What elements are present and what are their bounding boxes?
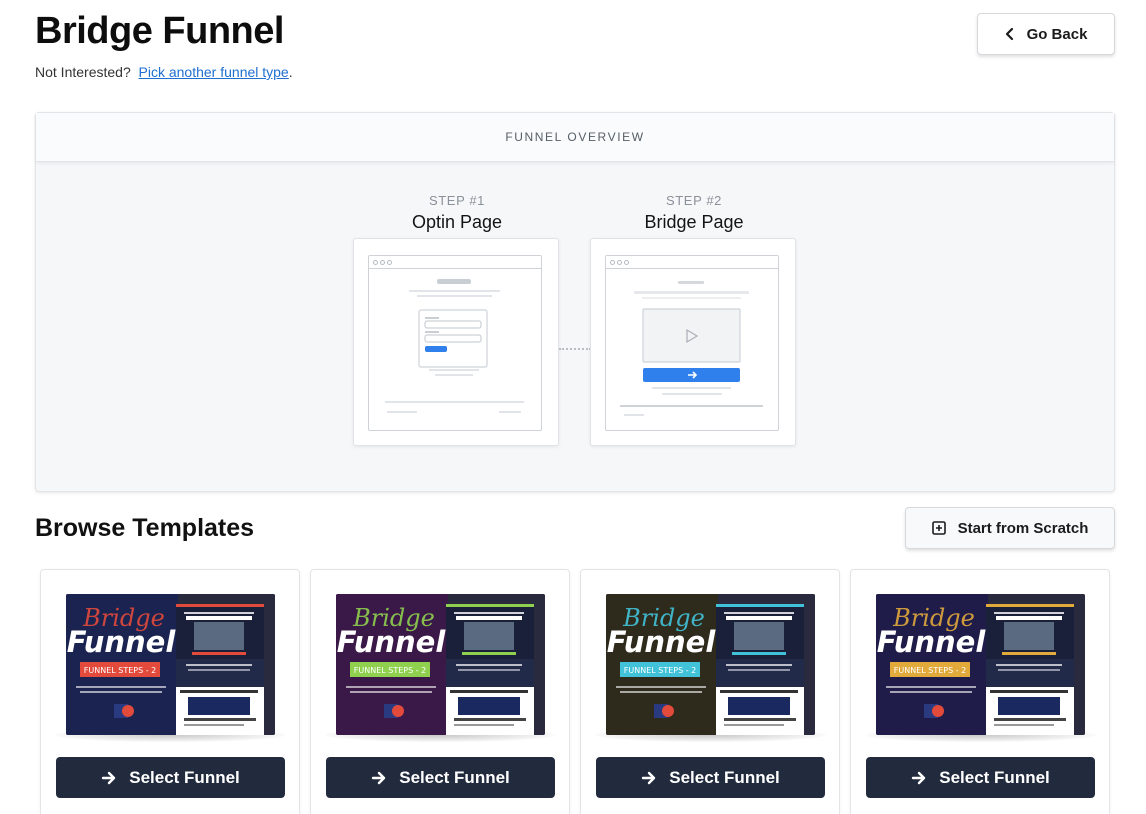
not-interested-text: Not Interested? [35, 64, 131, 80]
select-funnel-button[interactable]: Select Funnel [596, 757, 825, 798]
template-thumbnail[interactable]: Bridge Funnel FUNNEL STEPS - 2 [876, 594, 1085, 735]
select-funnel-button[interactable]: Select Funnel [326, 757, 555, 798]
template-headline-text: Funnel [877, 625, 987, 659]
pick-link-suffix: . [288, 64, 293, 80]
browser-bar [369, 256, 541, 269]
start-from-scratch-button[interactable]: Start from Scratch [905, 507, 1115, 549]
step-1-number: STEP #1 [429, 193, 485, 208]
template-badge-text: FUNNEL STEPS - 2 [354, 666, 426, 675]
start-from-scratch-label: Start from Scratch [957, 519, 1089, 537]
template-headline-text: Funnel [337, 625, 447, 659]
template-badge-text: FUNNEL STEPS - 2 [894, 666, 966, 675]
go-back-button[interactable]: Go Back [977, 13, 1115, 55]
browse-templates-title: Browse Templates [35, 514, 255, 542]
template-card[interactable]: Bridge Funnel FUNNEL STEPS - 2 Select Fu… [850, 569, 1110, 814]
template-headline-text: Funnel [67, 625, 177, 659]
browser-wireframe [605, 255, 779, 431]
arrow-right-icon [912, 771, 926, 784]
template-headline-text: Funnel [607, 625, 717, 659]
select-funnel-label: Select Funnel [129, 767, 240, 787]
arrow-right-icon [372, 771, 386, 784]
step-2-number: STEP #2 [666, 193, 722, 208]
step-1-name: Optin Page [411, 212, 503, 232]
template-badge-text: FUNNEL STEPS - 2 [84, 666, 156, 675]
arrow-right-icon [102, 771, 116, 784]
select-funnel-label: Select Funnel [669, 767, 780, 787]
funnel-overview-panel: FUNNEL OVERVIEW STEP #1 Optin Page STEP … [35, 112, 1115, 492]
template-card[interactable]: Bridge Funnel FUNNEL STEPS - 2 Select Fu… [580, 569, 840, 814]
browser-wireframe [368, 255, 542, 431]
optin-wireframe-illustration [385, 279, 524, 413]
bridge-page-preview [590, 238, 796, 446]
template-badge-text: FUNNEL STEPS - 2 [624, 666, 696, 675]
pick-funnel-type-link[interactable]: Pick another funnel type [139, 64, 289, 80]
go-back-label: Go Back [1026, 25, 1088, 43]
chevron-left-icon [1005, 27, 1013, 41]
select-funnel-label: Select Funnel [939, 767, 1050, 787]
select-funnel-button[interactable]: Select Funnel [866, 757, 1095, 798]
subtitle: Not Interested? Pick another funnel type… [35, 64, 293, 80]
step-connector [559, 348, 591, 350]
select-funnel-label: Select Funnel [399, 767, 510, 787]
plus-square-icon [931, 521, 946, 535]
step-1-label: STEP #1 Optin Page [354, 193, 560, 233]
template-card[interactable]: Bridge Funnel FUNNEL STEPS - 2 Select Fu… [310, 569, 570, 814]
bridge-wireframe-illustration [620, 281, 763, 416]
funnel-overview-heading: FUNNEL OVERVIEW [36, 113, 1114, 162]
arrow-right-icon [642, 771, 656, 784]
template-thumbnail[interactable]: Bridge Funnel FUNNEL STEPS - 2 [336, 594, 545, 735]
step-2-label: STEP #2 Bridge Page [591, 193, 797, 233]
browser-bar [606, 256, 778, 269]
template-thumbnail[interactable]: Bridge Funnel FUNNEL STEPS - 2 [66, 594, 275, 735]
template-thumbnail[interactable]: Bridge Funnel FUNNEL STEPS - 2 [606, 594, 815, 735]
optin-page-preview [353, 238, 559, 446]
step-2-name: Bridge Page [644, 212, 744, 232]
template-card[interactable]: Bridge Funnel FUNNEL STEPS - 2 Select Fu… [40, 569, 300, 814]
page-title: Bridge Funnel [35, 10, 284, 52]
select-funnel-button[interactable]: Select Funnel [56, 757, 285, 798]
